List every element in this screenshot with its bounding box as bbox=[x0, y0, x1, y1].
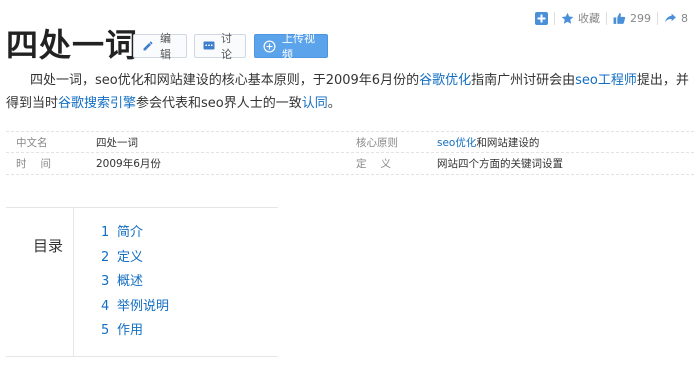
toc-item-label: 举例说明 bbox=[117, 298, 170, 314]
share-icon bbox=[664, 12, 677, 25]
toc-item-label: 作用 bbox=[117, 323, 144, 338]
pencil-icon bbox=[142, 40, 154, 53]
plus-circle-icon bbox=[263, 39, 276, 53]
toc-item-number: 1 bbox=[101, 225, 110, 240]
share-count: 8 bbox=[681, 11, 688, 25]
toc-item-number: 2 bbox=[101, 249, 110, 265]
toc-item-label: 简介 bbox=[117, 225, 144, 240]
toc-item-number: 4 bbox=[101, 298, 110, 314]
link-google-optimization[interactable]: 谷歌优化 bbox=[419, 73, 471, 88]
entry-actions-bar: 收藏 299 8 bbox=[529, 10, 694, 26]
toc-item-number: 3 bbox=[101, 274, 110, 289]
toc-item-definition[interactable]: 2 定义 bbox=[101, 246, 169, 271]
favorite-label: 收藏 bbox=[578, 12, 600, 25]
link-google-search-engine[interactable]: 谷歌搜索引擎 bbox=[58, 96, 136, 111]
toc-item-label: 定义 bbox=[117, 249, 144, 265]
summary-text: 指南广州讨研会由 bbox=[471, 73, 576, 88]
toc-list: 1 简介 2 定义 3 概述 4 举例说明 5 作用 bbox=[101, 221, 169, 344]
info-row: 中文名 四处一词 核心原则 seo优化和网站建设的 bbox=[6, 131, 694, 153]
star-icon bbox=[561, 12, 574, 25]
summary-text: 四处一词，seo优化和网站建设的核心基本原则，于2009年6月份的 bbox=[30, 73, 420, 88]
info-key-core-principle: 核心原则 bbox=[356, 137, 398, 149]
info-value-chinese-name: 四处一词 bbox=[96, 137, 138, 149]
toc-title: 目录 bbox=[33, 237, 64, 255]
favorite-button[interactable]: 收藏 bbox=[555, 10, 606, 26]
comment-icon bbox=[203, 40, 215, 53]
info-value-definition: 网站四个方面的关键词设置 bbox=[437, 158, 563, 170]
edit-button[interactable]: 编辑 bbox=[133, 32, 187, 61]
entry-title: 四处一词 bbox=[6, 26, 139, 64]
info-value-time: 2009年6月份 bbox=[96, 158, 161, 170]
upload-video-label: 上传视频 bbox=[282, 32, 315, 61]
plus-square-icon bbox=[535, 11, 548, 25]
info-key-time: 时间 bbox=[16, 158, 65, 170]
like-button[interactable]: 299 bbox=[607, 10, 657, 26]
table-of-contents: 目录 1 简介 2 定义 3 概述 4 举例说明 5 作用 bbox=[6, 207, 278, 357]
toc-item-intro[interactable]: 1 简介 bbox=[101, 221, 169, 246]
discuss-button[interactable]: 讨论 bbox=[194, 32, 246, 61]
toc-item-label: 概述 bbox=[117, 274, 144, 289]
discuss-label: 讨论 bbox=[221, 32, 232, 61]
link-seo-optimization[interactable]: seo优化 bbox=[437, 137, 476, 149]
link-recognition[interactable]: 认同 bbox=[302, 96, 328, 111]
thumbs-up-icon bbox=[613, 12, 626, 25]
upload-video-button[interactable]: 上传视频 bbox=[254, 32, 328, 61]
info-value-core-principle: seo优化和网站建设的 bbox=[437, 137, 539, 149]
add-button[interactable] bbox=[529, 10, 554, 26]
share-button[interactable]: 8 bbox=[658, 10, 694, 26]
info-key-chinese-name: 中文名 bbox=[16, 137, 48, 149]
info-value-text: 和网站建设的 bbox=[476, 137, 540, 149]
toc-item-purpose[interactable]: 5 作用 bbox=[101, 319, 169, 344]
toc-item-overview[interactable]: 3 概述 bbox=[101, 270, 169, 295]
toc-item-examples[interactable]: 4 举例说明 bbox=[101, 295, 169, 320]
like-count: 299 bbox=[630, 11, 651, 25]
info-key-definition: 定义 bbox=[356, 158, 405, 170]
summary-text: 参会代表和seo界人士的一致 bbox=[136, 96, 302, 111]
link-seo-engineer[interactable]: seo工程师 bbox=[575, 73, 637, 88]
info-row: 时间 2009年6月份 定义 网站四个方面的关键词设置 bbox=[6, 153, 694, 175]
toc-item-number: 5 bbox=[101, 323, 110, 338]
toc-divider bbox=[73, 208, 74, 356]
basic-info-table: 中文名 四处一词 核心原则 seo优化和网站建设的 时间 2009年6月份 定义… bbox=[6, 131, 694, 175]
summary-text: 。 bbox=[327, 96, 341, 111]
entry-summary: 四处一词，seo优化和网站建设的核心基本原则，于2009年6月份的谷歌优化指南广… bbox=[6, 69, 694, 115]
edit-label: 编辑 bbox=[160, 32, 171, 61]
